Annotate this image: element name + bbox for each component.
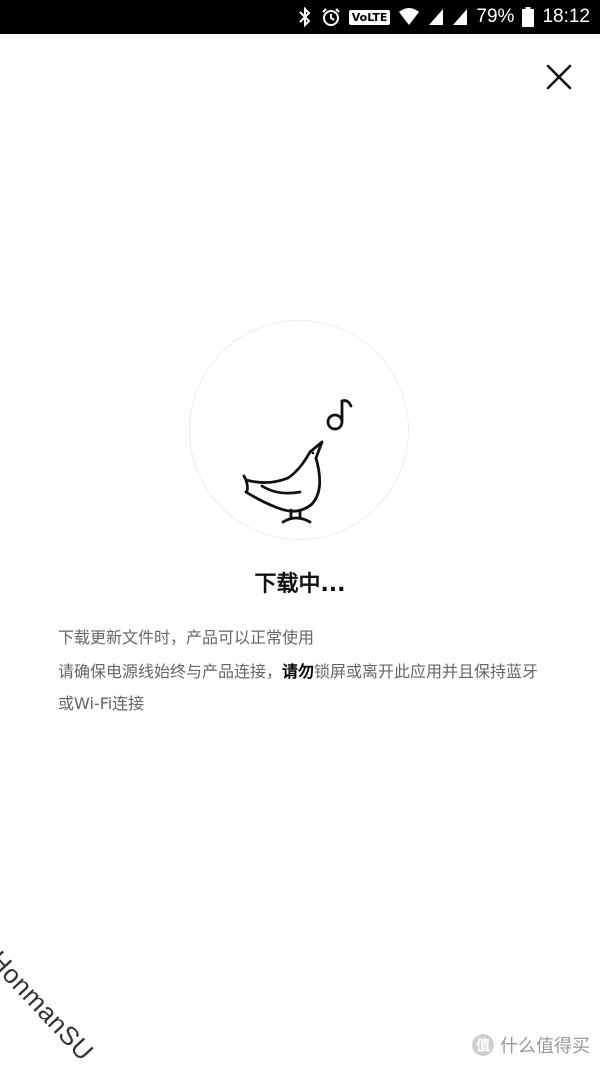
singing-bird-icon	[242, 440, 324, 524]
download-status-title: 下载中...	[254, 572, 346, 597]
music-note-icon	[326, 399, 353, 431]
illustration	[242, 399, 353, 524]
info-text-usage: 下载更新文件时，产品可以正常使用	[58, 628, 315, 647]
warning-text-part1: 请确保电源线始终与产品连接，	[58, 662, 283, 681]
info-text-warning: 请确保电源线始终与产品连接，请勿锁屏或离开此应用并且保持蓝牙或Wi-Fi连接	[58, 656, 548, 720]
site-badge-label: 什么值得买	[500, 1036, 590, 1057]
warning-emphasis: 请勿	[282, 662, 315, 681]
value-logo-icon: 值	[472, 1034, 494, 1056]
site-badge: 值 什么值得买	[472, 1032, 590, 1058]
